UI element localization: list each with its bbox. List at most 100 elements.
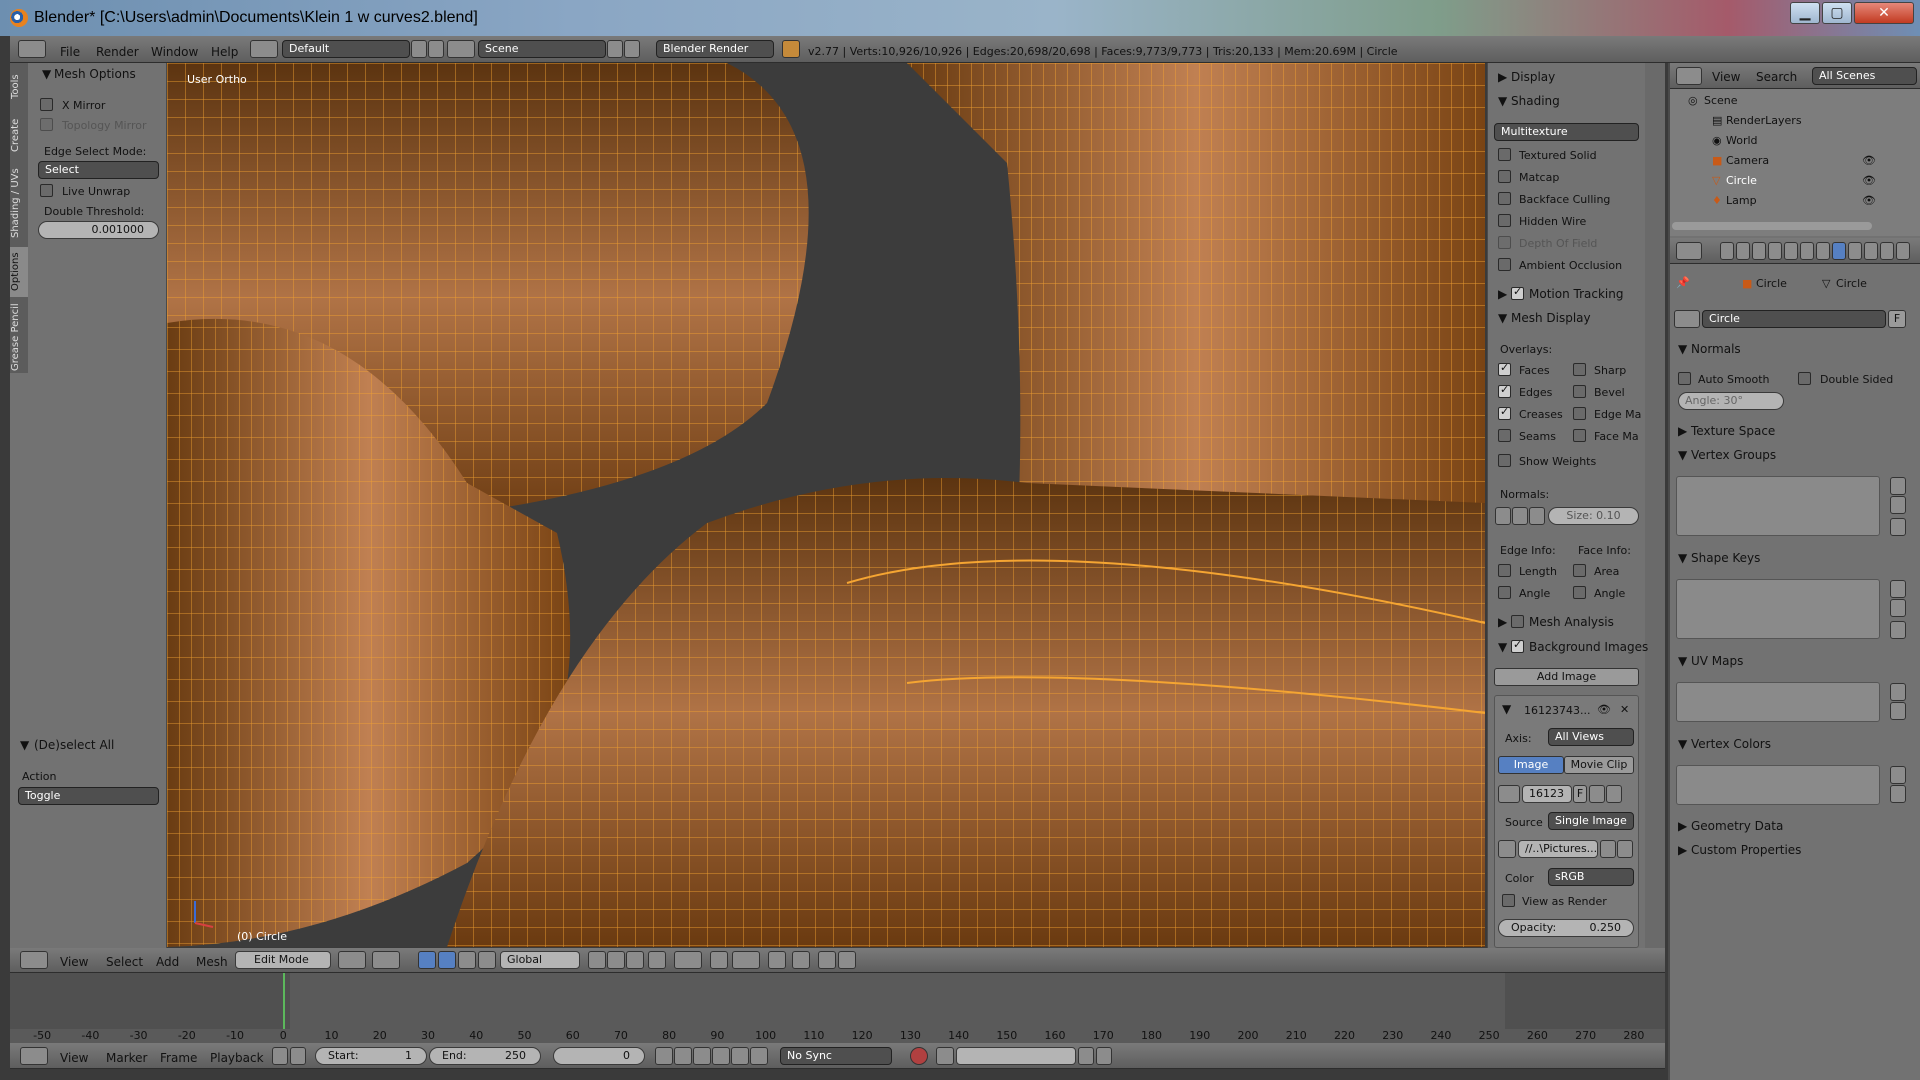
snap-icon[interactable] (710, 951, 728, 969)
pivot-point-icon[interactable] (372, 951, 400, 969)
timeline-menu-playback[interactable]: Playback (210, 1051, 264, 1065)
physics-tab-icon[interactable] (1896, 242, 1910, 260)
expand-arrow-icon[interactable]: ▶ (1678, 424, 1687, 438)
maximize-button[interactable]: ▢ (1822, 2, 1852, 24)
visibility-eye-icon[interactable]: 👁 (1862, 154, 1876, 167)
double-sided-checkbox[interactable] (1798, 372, 1811, 385)
tab-image[interactable]: Image (1498, 756, 1564, 774)
outliner-menu-search[interactable]: Search (1756, 70, 1797, 84)
particles-tab-icon[interactable] (1880, 242, 1894, 260)
keying-set-field[interactable] (956, 1047, 1076, 1065)
vertex-group-menu-icon[interactable] (1890, 518, 1906, 536)
mesh-fake-user-button[interactable]: F (1888, 310, 1906, 328)
outliner-item-renderlayers[interactable]: RenderLayers (1726, 114, 1802, 127)
renderlayers-tab-icon[interactable] (1736, 242, 1750, 260)
remove-screen-icon[interactable] (428, 40, 444, 58)
mesh-browse-icon[interactable] (1674, 310, 1700, 328)
add-image-button[interactable]: Add Image (1494, 668, 1639, 686)
3d-viewport[interactable]: User Ortho (0) Circle (167, 63, 1485, 947)
tab-tools[interactable]: Tools (10, 67, 28, 107)
record-icon[interactable] (910, 1047, 928, 1065)
vertex-normals-icon[interactable] (1495, 507, 1511, 525)
render-tab-icon[interactable] (1720, 242, 1734, 260)
mesh-display-header[interactable]: Mesh Display (1511, 311, 1591, 325)
bevel-checkbox[interactable] (1573, 385, 1586, 398)
jump-end-icon[interactable] (750, 1047, 768, 1065)
tab-shading-uvs[interactable]: Shading / UVs (10, 163, 28, 243)
render-engine-dropdown[interactable]: Blender Render (656, 40, 774, 58)
mesh-options-header[interactable]: Mesh Options (54, 67, 136, 81)
face-angle-checkbox[interactable] (1573, 586, 1586, 599)
rotate-icon[interactable] (458, 951, 476, 969)
timeline-menu-marker[interactable]: Marker (106, 1051, 147, 1065)
display-panel-header[interactable]: Display (1511, 70, 1555, 84)
object-tab-icon[interactable] (1784, 242, 1798, 260)
matcap-checkbox[interactable] (1498, 170, 1511, 183)
collapse-arrow-icon[interactable]: ▼ (42, 67, 51, 81)
shape-keys-header[interactable]: Shape Keys (1691, 551, 1760, 565)
expand-arrow-icon[interactable]: ▶ (1498, 70, 1507, 84)
tab-create[interactable]: Create (10, 113, 28, 157)
mode-dropdown[interactable]: Edit Mode (235, 951, 331, 969)
edge-length-checkbox[interactable] (1498, 564, 1511, 577)
outliner-scrollbar[interactable] (1672, 222, 1872, 230)
auto-smooth-angle-field[interactable]: Angle: 30° (1678, 392, 1784, 410)
geometry-data-header[interactable]: Geometry Data (1691, 819, 1783, 833)
remove-scene-icon[interactable] (624, 40, 640, 58)
background-images-header[interactable]: Background Images (1529, 640, 1648, 654)
menu-file[interactable]: File (60, 45, 80, 59)
image-name-field[interactable]: 16123 (1522, 785, 1572, 803)
3d-view-editor-icon[interactable] (20, 951, 48, 969)
scene-field[interactable]: Scene (478, 40, 606, 58)
snap-element-icon[interactable] (732, 951, 760, 969)
collapse-arrow-icon[interactable]: ▼ (1502, 702, 1511, 716)
tab-grease-pencil[interactable]: Grease Pencil (10, 301, 28, 373)
textured-solid-checkbox[interactable] (1498, 148, 1511, 161)
occlude-geometry-icon[interactable] (648, 951, 666, 969)
edges-checkbox[interactable] (1498, 383, 1511, 398)
insert-keyframe-icon[interactable] (1078, 1047, 1094, 1065)
topology-mirror-checkbox[interactable] (40, 118, 53, 131)
texture-space-header[interactable]: Texture Space (1691, 424, 1775, 438)
open-folder-icon[interactable] (1589, 785, 1605, 803)
close-icon[interactable]: ✕ (1620, 703, 1629, 716)
add-vertex-group-icon[interactable] (1890, 477, 1906, 495)
timeline[interactable]: -50 -40 -30 -20 -10 0 10 20 30 40 50 60 70 80 90 100 110… (10, 973, 1665, 1043)
edge-select-mode-dropdown[interactable]: Select (38, 161, 159, 179)
uv-maps-list[interactable] (1676, 682, 1880, 722)
motion-tracking-checkbox[interactable] (1511, 285, 1524, 300)
remove-vertex-group-icon[interactable] (1890, 496, 1906, 514)
hidden-wire-checkbox[interactable] (1498, 214, 1511, 227)
add-uv-map-icon[interactable] (1890, 683, 1906, 701)
remove-shape-key-icon[interactable] (1890, 599, 1906, 617)
scale-icon[interactable] (478, 951, 496, 969)
lock-icon[interactable] (290, 1047, 306, 1065)
collapse-arrow-icon[interactable]: ▼ (1498, 311, 1507, 325)
npanel-scrollbar[interactable] (1645, 63, 1665, 948)
normals-size-field[interactable]: Size: 0.10 (1548, 507, 1639, 525)
mesh-analysis-checkbox[interactable] (1511, 615, 1524, 628)
image-browse-icon[interactable] (1498, 785, 1520, 803)
view3d-menu-add[interactable]: Add (156, 955, 179, 969)
expand-arrow-icon[interactable]: ▶ (1498, 615, 1507, 629)
live-unwrap-checkbox[interactable] (40, 184, 53, 197)
collapse-arrow-icon[interactable]: ▼ (1678, 654, 1687, 668)
modifiers-tab-icon[interactable] (1816, 242, 1830, 260)
next-keyframe-icon[interactable] (731, 1047, 749, 1065)
image-path-field[interactable]: //..\Pictures... (1518, 840, 1598, 858)
shape-keys-list[interactable] (1676, 579, 1880, 639)
menu-window[interactable]: Window (151, 45, 198, 59)
backface-culling-checkbox[interactable] (1498, 192, 1511, 205)
outliner-item-world[interactable]: World (1726, 134, 1758, 147)
outliner-item-lamp[interactable]: Lamp (1726, 194, 1757, 207)
screen-layout-icon[interactable] (250, 40, 278, 58)
view-as-render-checkbox[interactable] (1502, 894, 1515, 907)
outliner-display-dropdown[interactable]: All Scenes (1812, 67, 1917, 85)
prev-keyframe-icon[interactable] (674, 1047, 692, 1065)
vertex-groups-list[interactable] (1676, 476, 1880, 536)
outliner-editor-icon[interactable] (1676, 67, 1702, 85)
mesh-analysis-header[interactable]: Mesh Analysis (1529, 615, 1614, 629)
double-threshold-field[interactable]: 0.001000 (38, 221, 159, 239)
outliner-menu-view[interactable]: View (1712, 70, 1740, 84)
collapse-arrow-icon[interactable]: ▼ (1678, 551, 1687, 565)
